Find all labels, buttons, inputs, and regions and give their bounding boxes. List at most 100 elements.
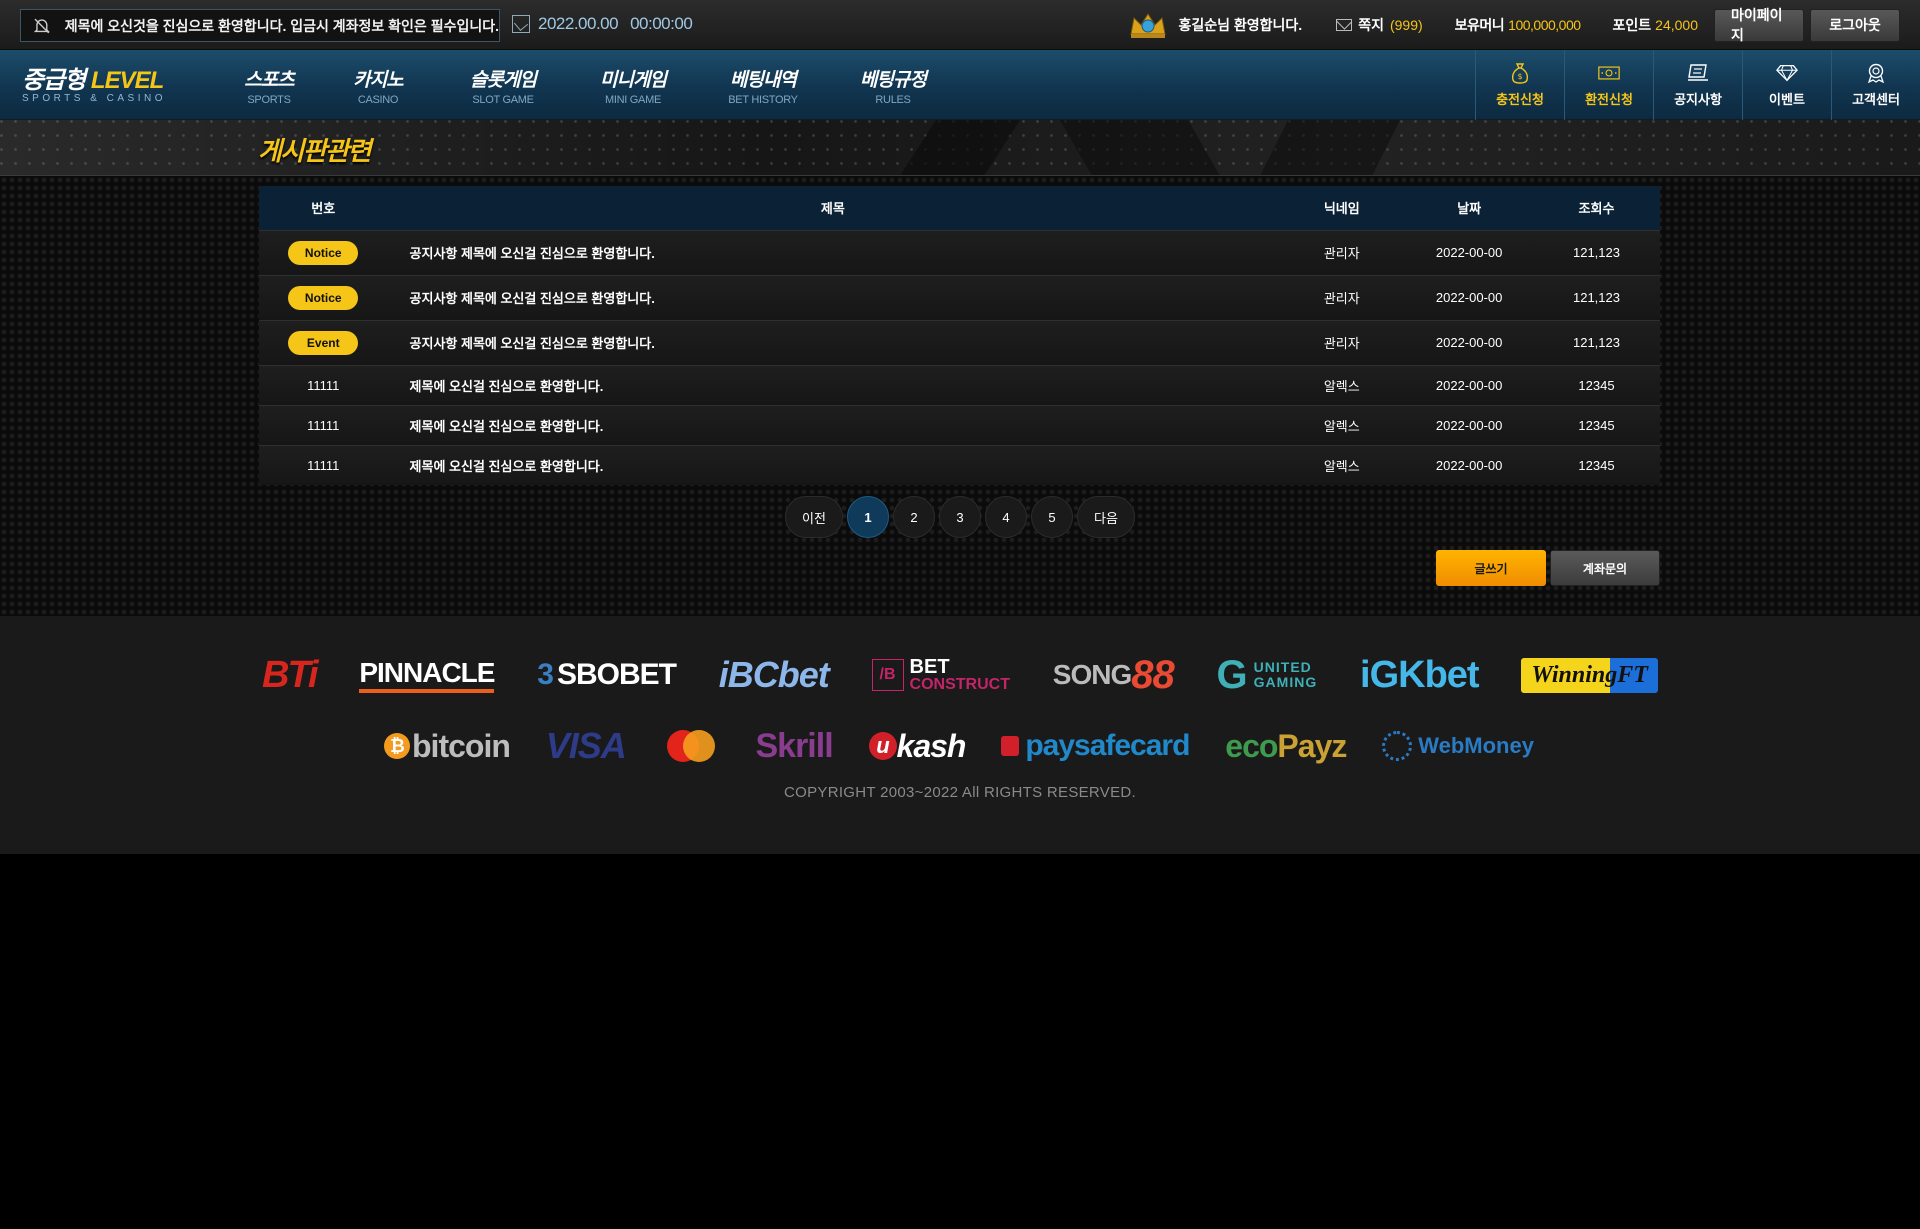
payment-logo-paysafecard: paysafecard <box>1001 729 1190 763</box>
page-button-1[interactable]: 1 <box>847 496 889 538</box>
mypage-button[interactable]: 마이페이지 <box>1714 7 1804 43</box>
envelope-icon <box>1336 19 1353 31</box>
current-date: 2022.00.00 <box>538 14 619 33</box>
row-views: 12345 <box>1578 457 1615 473</box>
quick-deposit[interactable]: $ 충전신청 <box>1475 50 1564 120</box>
nav-item-slot-game[interactable]: 슬롯게임 SLOT GAME <box>438 50 568 120</box>
row-views: 12345 <box>1578 417 1615 433</box>
quick-label: 고객센터 <box>1852 91 1900 107</box>
next-page-button[interactable]: 다음 <box>1077 496 1135 538</box>
copyright: COPYRIGHT 2003~2022 All RIGHTS RESERVED. <box>784 784 1136 801</box>
site-logo[interactable]: 중급형 LEVEL SPORTS & CASINO <box>22 60 166 104</box>
nav-item-sublabel: SLOT GAME <box>472 93 534 106</box>
row-no: 11111 <box>307 377 340 393</box>
row-subject[interactable]: 공지사항 제목에 오신걸 진심으로 환영합니다. <box>388 230 1279 275</box>
row-views: 12345 <box>1578 377 1615 393</box>
notice-badge: Notice <box>288 240 359 265</box>
table-row[interactable]: Notice 공지사항 제목에 오신걸 진심으로 환영합니다. 관리자 2022… <box>259 275 1660 320</box>
row-date: 2022-00-00 <box>1435 335 1503 350</box>
row-nickname: 알렉스 <box>1323 458 1360 474</box>
nav-item-label: 베팅내역 <box>730 69 797 91</box>
nav-item-casino[interactable]: 카지노 CASINO <box>318 50 438 120</box>
quick-support[interactable]: 고객센터 <box>1831 50 1920 120</box>
row-no: 11111 <box>307 457 340 473</box>
quick-withdraw[interactable]: 환전신청 <box>1564 50 1653 120</box>
money-value: 100,000,000 <box>1508 17 1581 33</box>
row-views: 121,123 <box>1572 335 1620 350</box>
header-date: 날짜 <box>1405 186 1533 230</box>
nav-item-rules[interactable]: 베팅규정 RULES <box>828 50 958 120</box>
board-actions: 글쓰기 계좌문의 <box>1436 550 1660 586</box>
nav-item-label: 슬롯게임 <box>470 69 537 91</box>
banknote-icon <box>1598 63 1620 83</box>
provider-logo-winningft: WinningFT <box>1521 657 1658 693</box>
nav-item-sublabel: SPORTS <box>247 93 291 106</box>
row-no: 11111 <box>307 417 340 433</box>
provider-logo-ibcbet: iBCbet <box>718 654 830 695</box>
message-label: 쪽지 <box>1358 17 1384 33</box>
account-inquiry-button[interactable]: 계좌문의 <box>1550 550 1660 586</box>
write-button[interactable]: 글쓰기 <box>1436 550 1546 586</box>
payment-logo-ukash: u kash <box>868 728 966 765</box>
payment-logo-mastercard <box>662 728 720 764</box>
event-badge: Event <box>288 330 359 355</box>
payment-logo-ecopayz: eco Payz <box>1225 727 1347 764</box>
clock: 2022.00.00 00:00:00 <box>512 14 693 34</box>
calendar-icon <box>512 15 530 33</box>
notice-text: 제목에 오신것을 진심으로 환영합니다. 입금시 계좌정보 확인은 필수입니다. <box>64 17 499 34</box>
diamond-icon <box>1776 63 1798 83</box>
header-nickname: 닉네임 <box>1278 186 1406 230</box>
payment-logo-skrill: Skrill <box>755 726 833 765</box>
row-views: 121,123 <box>1572 290 1620 305</box>
table-row[interactable]: Notice 공지사항 제목에 오신걸 진심으로 환영합니다. 관리자 2022… <box>259 230 1660 275</box>
pagination: 이전 1 2 3 4 5 다음 <box>0 496 1920 538</box>
row-date: 2022-00-00 <box>1435 245 1503 260</box>
row-date: 2022-00-00 <box>1435 290 1503 305</box>
table-header-row: 번호 제목 닉네임 날짜 조회수 <box>259 186 1660 230</box>
point-value: 24,000 <box>1655 17 1698 33</box>
nav-item-sublabel: BET HISTORY <box>728 93 798 106</box>
row-nickname: 관리자 <box>1323 291 1360 306</box>
table-row[interactable]: 11111 제목에 오신걸 진심으로 환영합니다. 알렉스 2022-00-00… <box>259 445 1660 485</box>
row-subject[interactable]: 공지사항 제목에 오신걸 진심으로 환영합니다. <box>388 275 1279 320</box>
point-label: 포인트 <box>1612 17 1652 33</box>
page-button-3[interactable]: 3 <box>939 496 981 538</box>
page-button-5[interactable]: 5 <box>1031 496 1073 538</box>
nav-item-label: 카지노 <box>353 69 403 91</box>
page-button-4[interactable]: 4 <box>985 496 1027 538</box>
message-count: (999) <box>1389 17 1423 33</box>
welcome-text: 홍길순님 환영합니다. <box>1178 17 1303 33</box>
board-table: 번호 제목 닉네임 날짜 조회수 Notice 공지사항 제목에 오신걸 진심으… <box>259 186 1660 485</box>
row-nickname: 관리자 <box>1323 246 1360 261</box>
row-date: 2022-00-00 <box>1435 457 1503 473</box>
notice-board-icon <box>1687 63 1709 83</box>
message-link[interactable]: 쪽지 (999) <box>1336 15 1423 35</box>
page-button-2[interactable]: 2 <box>893 496 935 538</box>
top-bar: 제목에 오신것을 진심으로 환영합니다. 입금시 계좌정보 확인은 필수입니다.… <box>0 0 1920 50</box>
row-views: 121,123 <box>1572 245 1620 260</box>
quick-event[interactable]: 이벤트 <box>1742 50 1831 120</box>
nav-item-mini-game[interactable]: 미니게임 MINI GAME <box>568 50 698 120</box>
prev-page-button[interactable]: 이전 <box>785 496 843 538</box>
table-row[interactable]: 11111 제목에 오신걸 진심으로 환영합니다. 알렉스 2022-00-00… <box>259 405 1660 445</box>
menu: 스포츠 SPORTS 카지노 CASINO 슬롯게임 SLOT GAME 미니게… <box>220 50 958 120</box>
nav-item-sublabel: RULES <box>875 93 911 106</box>
provider-logo-igkbet: iGKbet <box>1360 653 1480 696</box>
nav-item-bet-history[interactable]: 베팅내역 BET HISTORY <box>698 50 828 120</box>
provider-logo-united-gaming: G UNITED GAMING <box>1216 652 1318 697</box>
nav-item-sports[interactable]: 스포츠 SPORTS <box>220 50 318 120</box>
nav-item-sublabel: MINI GAME <box>605 93 661 106</box>
table-row[interactable]: 11111 제목에 오신걸 진심으로 환영합니다. 알렉스 2022-00-00… <box>259 365 1660 405</box>
quick-label: 공지사항 <box>1674 91 1722 107</box>
row-subject[interactable]: 공지사항 제목에 오신걸 진심으로 환영합니다. <box>388 320 1279 365</box>
main-nav: 중급형 LEVEL SPORTS & CASINO 스포츠 SPORTS 카지노… <box>0 50 1920 120</box>
payment-logo-visa: VISA <box>545 725 627 766</box>
row-subject[interactable]: 제목에 오신걸 진심으로 환영합니다. <box>388 405 1279 445</box>
nav-item-label: 베팅규정 <box>860 69 927 91</box>
row-subject[interactable]: 제목에 오신걸 진심으로 환영합니다. <box>388 445 1279 485</box>
logo-sub: SPORTS & CASINO <box>22 93 167 104</box>
logout-button[interactable]: 로그아웃 <box>1810 8 1900 42</box>
table-row[interactable]: Event 공지사항 제목에 오신걸 진심으로 환영합니다. 관리자 2022-… <box>259 320 1660 365</box>
row-subject[interactable]: 제목에 오신걸 진심으로 환영합니다. <box>388 365 1279 405</box>
quick-notice[interactable]: 공지사항 <box>1653 50 1742 120</box>
